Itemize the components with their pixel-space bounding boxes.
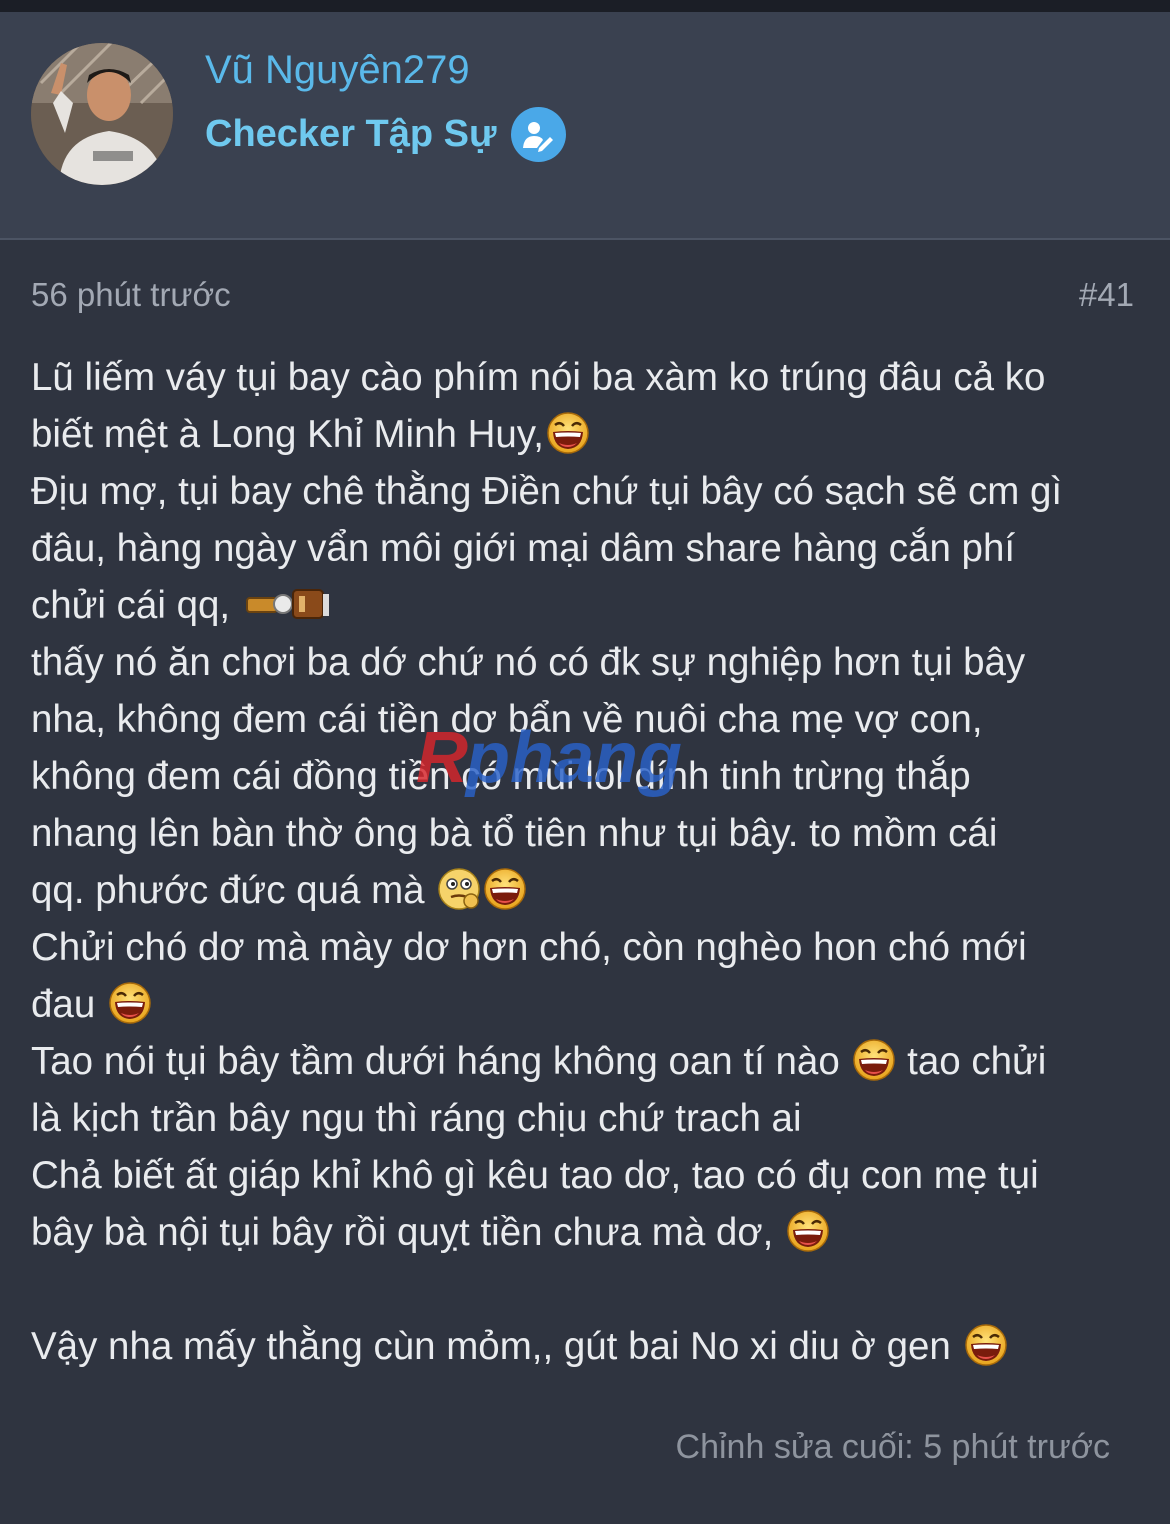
post-line: bây bà nội tụi bây rồi quỵt tiền chưa mà… xyxy=(31,1204,1146,1261)
user-role: Checker Tập Sự xyxy=(205,107,566,162)
status-bar xyxy=(0,0,1170,12)
avatar[interactable] xyxy=(31,43,173,185)
post-line-text: nha, không đem cái tiền dơ bẩn về nuôi c… xyxy=(31,698,983,741)
post-line-text: không đem cái đồng tiền có mùi lol dính … xyxy=(31,755,971,798)
post-body: Lũ liếm váy tụi bay cào phím nói ba xàm … xyxy=(31,349,1146,1375)
post-line: chửi cái qq, xyxy=(31,577,1146,634)
post-line: Chửi chó dơ mà mày dơ hơn chó, còn nghèo… xyxy=(31,919,1146,976)
laugh-emoji-icon xyxy=(852,1038,896,1082)
user-edit-icon xyxy=(510,107,566,162)
post-line-text: Tao nói tụi bây tầm dưới háng không oan … xyxy=(31,1040,851,1083)
post-line-text: Địu mợ, tụi bay chê thằng Điền chứ tụi b… xyxy=(31,470,1063,513)
post-line: biết mệt à Long Khỉ Minh Huy, xyxy=(31,406,1146,463)
post-line: Vậy nha mấy thằng cùn mỏm,, gút bai No x… xyxy=(31,1318,1146,1375)
laugh-emoji-icon xyxy=(964,1323,1008,1367)
post-line xyxy=(31,1261,1146,1318)
post-line-text: qq. phước đức quá mà xyxy=(31,869,436,912)
laugh-emoji-icon xyxy=(546,411,590,455)
post-line-text: biết mệt à Long Khỉ Minh Huy, xyxy=(31,413,544,456)
post-line-text: bây bà nội tụi bây rồi quỵt tiền chưa mà… xyxy=(31,1211,784,1254)
last-edited: Chỉnh sửa cuối: 5 phút trước xyxy=(675,1428,1110,1466)
post-line-text: thấy nó ăn chơi ba dớ chứ nó có đk sự ng… xyxy=(31,641,1026,684)
laugh-emoji-icon xyxy=(108,981,152,1025)
post-number[interactable]: #41 xyxy=(1079,276,1134,314)
laugh-emoji-icon xyxy=(483,867,527,911)
post-line-text: Chả biết ất giáp khỉ khô gì kêu tao dơ, … xyxy=(31,1154,1039,1197)
thinking-emoji-icon xyxy=(437,867,481,911)
avatar-photo xyxy=(31,43,173,185)
post-line-text: Chửi chó dơ mà mày dơ hơn chó, còn nghèo… xyxy=(31,926,1027,969)
username[interactable]: Vũ Nguyên279 xyxy=(205,48,470,93)
post-line: Chả biết ất giáp khỉ khô gì kêu tao dơ, … xyxy=(31,1147,1146,1204)
post-line-text: đau xyxy=(31,983,106,1026)
gun-emoji-icon xyxy=(243,582,333,626)
post-line-text: chửi cái qq, xyxy=(31,584,241,627)
laugh-emoji-icon xyxy=(786,1209,830,1253)
post-line: là kịch trần bây ngu thì ráng chịu chứ t… xyxy=(31,1090,1146,1147)
post-line-text: nhang lên bàn thờ ông bà tổ tiên như tụi… xyxy=(31,812,998,855)
post-line: qq. phước đức quá mà xyxy=(31,862,1146,919)
post-line-text: là kịch trần bây ngu thì ráng chịu chứ t… xyxy=(31,1097,802,1140)
post-line-text: Vậy nha mấy thằng cùn mỏm,, gút bai No x… xyxy=(31,1325,962,1368)
post-meta: 56 phút trước #41 xyxy=(0,276,1170,316)
post-line: đau xyxy=(31,976,1146,1033)
post-line: Tao nói tụi bây tầm dưới háng không oan … xyxy=(31,1033,1146,1090)
post-line: không đem cái đồng tiền có mùi lol dính … xyxy=(31,748,1146,805)
role-label: Checker Tập Sự xyxy=(205,113,497,155)
post-line: thấy nó ăn chơi ba dớ chứ nó có đk sự ng… xyxy=(31,634,1146,691)
post-line: nha, không đem cái tiền dơ bẩn về nuôi c… xyxy=(31,691,1146,748)
post-line: Địu mợ, tụi bay chê thằng Điền chứ tụi b… xyxy=(31,463,1146,520)
post-line-text-after: tao chửi xyxy=(896,1040,1047,1083)
post-line: Lũ liếm váy tụi bay cào phím nói ba xàm … xyxy=(31,349,1146,406)
post-timestamp[interactable]: 56 phút trước xyxy=(31,276,231,314)
post-line-text: Lũ liếm váy tụi bay cào phím nói ba xàm … xyxy=(31,356,1046,399)
post-line: nhang lên bàn thờ ông bà tổ tiên như tụi… xyxy=(31,805,1146,862)
post-line: đâu, hàng ngày vẩn môi giới mại dâm shar… xyxy=(31,520,1146,577)
post-author-header: Vũ Nguyên279 Checker Tập Sự xyxy=(0,12,1170,240)
post-line-text: đâu, hàng ngày vẩn môi giới mại dâm shar… xyxy=(31,527,1016,570)
